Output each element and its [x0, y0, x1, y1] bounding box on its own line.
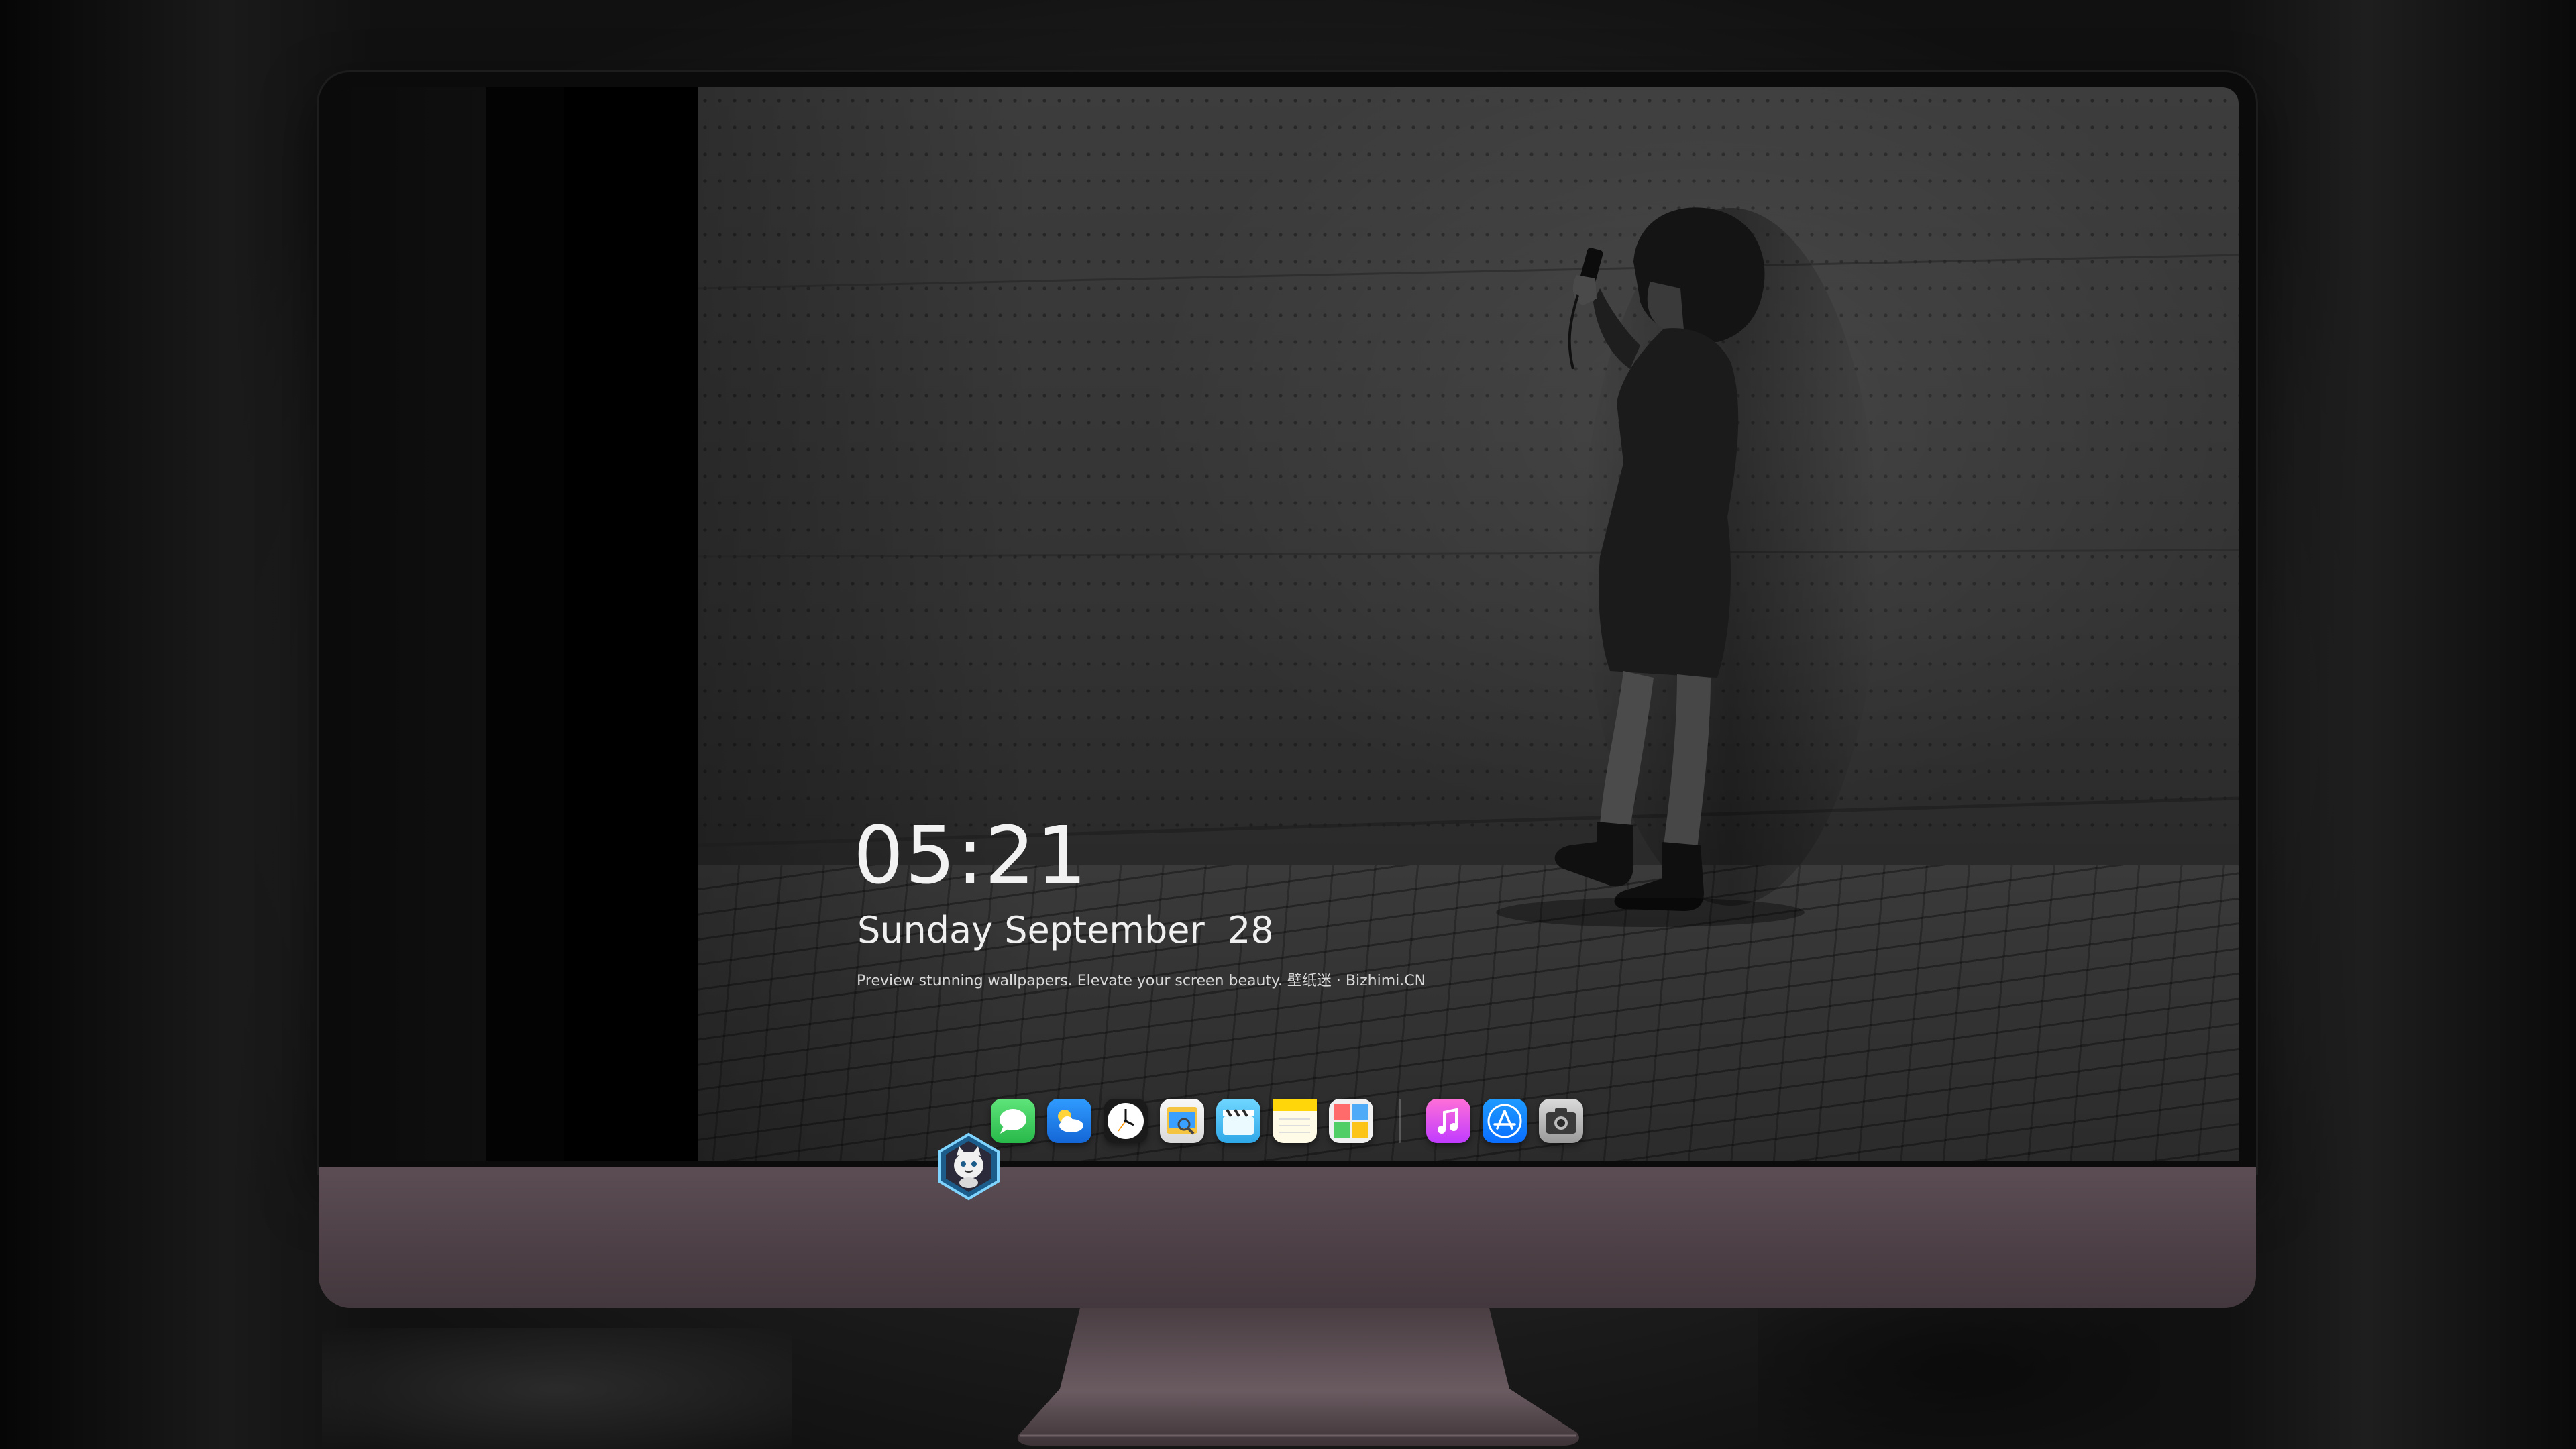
background-shadow-right — [2227, 0, 2576, 1449]
background-blur — [322, 1328, 792, 1449]
notes-icon[interactable] — [1273, 1099, 1317, 1143]
weather-icon[interactable] — [1047, 1099, 1091, 1143]
dock-separator — [1399, 1099, 1401, 1143]
background-blur — [1758, 1288, 2160, 1449]
clock-icon[interactable] — [1104, 1099, 1148, 1143]
monitor-stand — [1017, 1308, 1579, 1446]
monitor-chin — [319, 1167, 2256, 1308]
lock-date: Sunday September 28 — [857, 909, 1274, 951]
desktop-background: 05:21 Sunday September 28 Preview stunni… — [0, 0, 2576, 1449]
screen-divider — [564, 87, 698, 1161]
app-store-icon[interactable] — [1483, 1099, 1527, 1143]
photo-booth-icon[interactable] — [1329, 1099, 1373, 1143]
wallpaper-figure — [698, 207, 2239, 927]
screen-left-gap — [486, 87, 564, 1161]
screen-left-panel — [336, 87, 486, 1161]
camera-icon[interactable] — [1539, 1099, 1583, 1143]
lock-clock-time: 05:21 — [853, 809, 1089, 902]
app-dock — [976, 1084, 1599, 1158]
wallpaper-tagline: Preview stunning wallpapers. Elevate you… — [857, 973, 1426, 989]
music-icon[interactable] — [1426, 1099, 1470, 1143]
preview-icon[interactable] — [1160, 1099, 1204, 1143]
clips-icon[interactable] — [1216, 1099, 1260, 1143]
lock-screen: 05:21 Sunday September 28 Preview stunni… — [336, 87, 2239, 1161]
bizhimi-logo — [938, 1132, 1000, 1201]
wallpaper-image — [698, 87, 2239, 1161]
